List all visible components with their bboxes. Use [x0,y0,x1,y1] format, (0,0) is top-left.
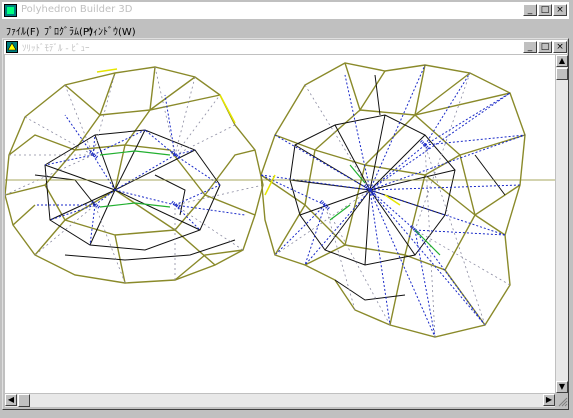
close-button[interactable]: × [553,4,567,16]
wireframe-model [5,62,555,338]
maximize-button[interactable]: □ [538,4,552,16]
application-window: Polyhedron Builder 3D _ □ × ﾌｧｲﾙ(F) ﾌﾟﾛｸ… [0,0,573,418]
menu-program[interactable]: ﾌﾟﾛｸﾞﾗﾑ(P) [44,23,93,38]
status-bar [2,410,569,418]
child-minimize-button[interactable]: _ [523,41,537,53]
left-polyhedron-dotted [35,94,246,246]
scroll-right-button[interactable]: ▶ [543,394,555,406]
child-maximize-button[interactable]: □ [538,41,552,53]
vertical-scroll-thumb[interactable] [556,68,568,80]
menu-file[interactable]: ﾌｧｲﾙ(F) [6,23,40,38]
mdi-client-area: ｿﾘｯﾄﾞﾓﾃﾞﾙ - ﾋﾞｭｰ _ □ × ▲ ▼ ◀ ▶ [2,38,569,410]
child-titlebar[interactable]: ｿﾘｯﾄﾞﾓﾃﾞﾙ - ﾋﾞｭｰ _ □ × [4,40,567,54]
horizontal-scroll-thumb[interactable] [18,394,30,407]
resize-grip-icon[interactable] [556,395,568,407]
scroll-left-button[interactable]: ◀ [5,394,17,406]
app-titlebar[interactable]: Polyhedron Builder 3D _ □ × [2,2,569,19]
left-polyhedron-gray-dotted [5,66,264,284]
child-close-button[interactable]: × [553,41,567,53]
menu-window[interactable]: ｳｨﾝﾄﾞｳ(W) [88,23,136,38]
left-polyhedron-hull [5,66,264,284]
right-polyhedron-edges [289,74,506,301]
child-window: ｿﾘｯﾄﾞﾓﾃﾞﾙ - ﾋﾞｭｰ _ □ × ▲ ▼ ◀ ▶ [2,38,569,410]
scroll-up-button[interactable]: ▲ [556,55,568,67]
horizontal-scrollbar[interactable]: ◀ ▶ [5,394,555,407]
wireframe-viewport[interactable] [5,55,555,393]
minimize-button[interactable]: _ [523,4,537,16]
vertical-scrollbar[interactable]: ▲ ▼ [556,55,568,393]
child-window-title: ｿﾘｯﾄﾞﾓﾃﾞﾙ - ﾋﾞｭｰ [22,44,90,54]
app-title: Polyhedron Builder 3D [21,4,133,15]
app-icon [4,4,17,17]
menu-bar: ﾌｧｲﾙ(F) ﾌﾟﾛｸﾞﾗﾑ(P) ｳｨﾝﾄﾞｳ(W) [2,20,569,38]
child-window-icon [6,41,18,53]
scroll-down-button[interactable]: ▼ [556,381,568,393]
